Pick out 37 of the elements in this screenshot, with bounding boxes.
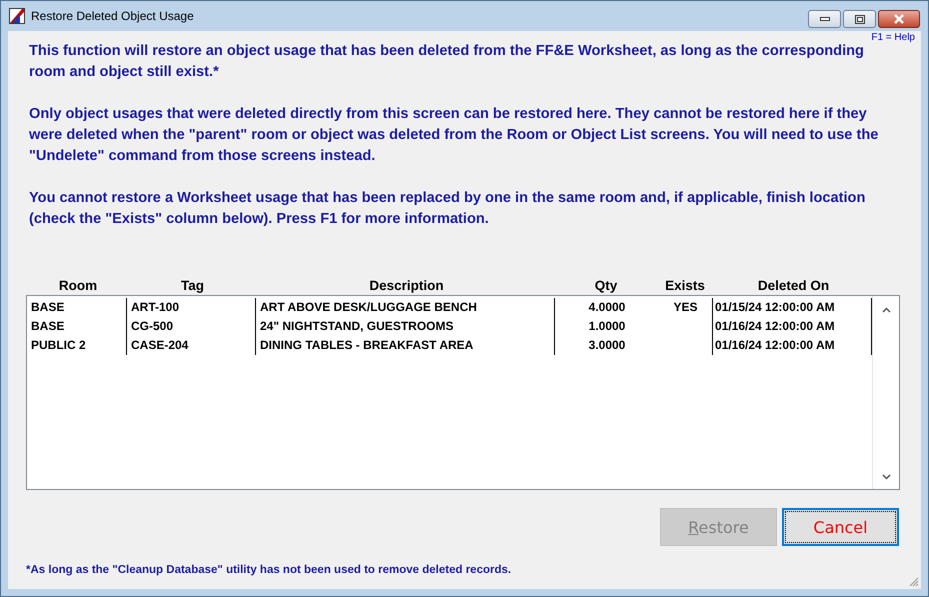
table-cell: YES — [673, 300, 698, 314]
table-cell: PUBLIC 2 — [31, 338, 86, 352]
table-cell: BASE — [31, 300, 64, 314]
table-cell: ART ABOVE DESK/LUGGAGE BENCH — [260, 300, 477, 314]
table-cell: ART-100 — [131, 300, 180, 314]
table-cell: 4.0000 — [588, 300, 626, 314]
column-header: Qty — [594, 278, 618, 293]
maximize-icon — [854, 14, 864, 24]
table-cell: 01/15/24 12:00:00 AM — [715, 300, 835, 314]
table-cell: 3.0000 — [588, 338, 626, 352]
instruction-text: You cannot restore a Worksheet usage that has been replaced by one in the same room and, if applicable, finish location (check the "Exists" column below). Press F1 for more information. — [29, 189, 866, 229]
cancel-button[interactable]: Cancel — [782, 508, 899, 546]
column-header: Room — [58, 278, 98, 293]
window-title: Restore Deleted Object Usage — [31, 9, 195, 23]
column-header: Exists — [664, 278, 706, 293]
table-cell: 1.0000 — [588, 319, 626, 333]
minimize-button[interactable] — [808, 10, 841, 28]
app-icon — [9, 8, 25, 24]
column-header: Tag — [180, 278, 205, 293]
footnote-text: *As long as the "Cleanup Database" utility has not been used to remove deleted records. — [26, 564, 512, 576]
table-cell: 01/16/24 12:00:00 AM — [715, 319, 835, 333]
minimize-icon — [820, 17, 830, 21]
table-cell: DINING TABLES - BREAKFAST AREA — [260, 338, 474, 352]
column-header: Description — [368, 278, 445, 293]
column-header: Deleted On — [756, 278, 830, 293]
close-icon — [893, 14, 905, 24]
resize-grip-icon[interactable] — [908, 576, 919, 587]
instruction-text: Only object usages that were deleted directly from this screen can be restored here. They cannot be restored here if they were deleted when the "parent" room or object was deleted from the Room or Object List screens. You will need to use the "Undelete" command from those screens instead. — [29, 105, 880, 166]
table-cell: BASE — [31, 319, 64, 333]
table-cell: CASE-204 — [131, 338, 188, 352]
close-button[interactable] — [878, 10, 920, 28]
table-cell: 24" NIGHTSTAND, GUESTROOMS — [260, 319, 454, 333]
help-hint: F1 = Help — [871, 32, 915, 43]
maximize-button[interactable] — [843, 10, 876, 28]
table-cell: CG-500 — [131, 319, 174, 333]
instruction-text: This function will restore an object usage that has been deleted from the FF&E Worksheet, as long as the corresponding room and object still exist.* — [29, 42, 865, 82]
table-cell: 01/16/24 12:00:00 AM — [715, 338, 835, 352]
